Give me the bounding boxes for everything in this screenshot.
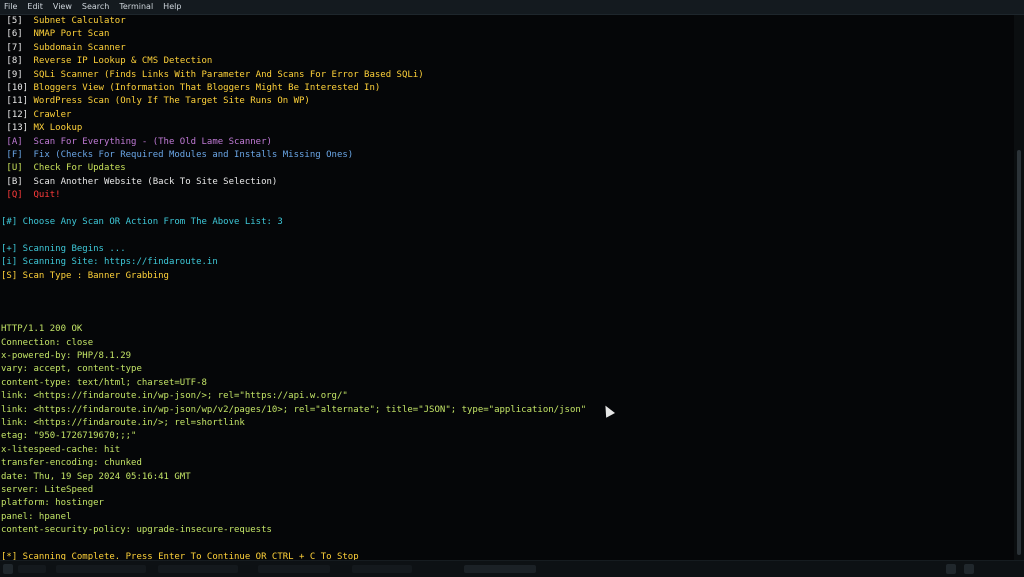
terminal-line: vary: accept, content-type	[1, 364, 142, 375]
terminal-line: [8] Reverse IP Lookup & CMS Detection	[1, 56, 213, 67]
terminal-line: [*] Scanning Complete. Press Enter To Co…	[1, 552, 359, 560]
terminal-line: platform: hostinger	[1, 498, 104, 509]
menu-help[interactable]: Help	[158, 0, 186, 14]
terminal-line: panel: hpanel	[1, 511, 72, 522]
terminal-line: [+] Scanning Begins ...	[1, 243, 126, 254]
menu-terminal[interactable]: Terminal	[114, 0, 158, 14]
terminal-line: server: LiteSpeed	[1, 485, 94, 495]
terminal-line: [F] Fix (Checks For Required Modules and…	[1, 150, 354, 160]
terminal-line: [9] SQLi Scanner (Finds Links With Param…	[1, 69, 424, 80]
tray-icon[interactable]	[964, 564, 974, 574]
terminal-line: [Q] Quit!	[1, 190, 61, 201]
menu-edit[interactable]: Edit	[22, 0, 48, 14]
terminal-line: [5] Subnet Calculator	[1, 16, 126, 26]
terminal-line: [11] WordPress Scan (Only If The Target …	[1, 96, 310, 107]
terminal-line: link: <https://findaroute.in/>; rel=shor…	[1, 418, 245, 428]
terminal-line: content-security-policy: upgrade-insecur…	[1, 525, 272, 536]
terminal-scrollbar[interactable]	[1014, 15, 1024, 560]
terminal-line: [10] Bloggers View (Information That Blo…	[1, 83, 381, 93]
terminal-line: link: <https://findaroute.in/wp-json/>; …	[1, 391, 348, 402]
terminal-line: [6] NMAP Port Scan	[1, 29, 110, 40]
terminal-line: [A] Scan For Everything - (The Old Lame …	[1, 136, 272, 147]
taskbar-item[interactable]	[258, 565, 330, 573]
terminal-line: x-litespeed-cache: hit	[1, 444, 121, 455]
terminal-line: transfer-encoding: chunked	[1, 458, 142, 469]
terminal-line: x-powered-by: PHP/8.1.29	[1, 351, 132, 361]
menu-search[interactable]: Search	[77, 0, 114, 14]
taskbar-item[interactable]	[18, 565, 46, 573]
taskbar-item[interactable]	[56, 565, 146, 573]
terminal-line: [12] Crawler	[1, 109, 72, 120]
terminal-line: HTTP/1.1 200 OK	[1, 324, 83, 335]
terminal-line: Connection: close	[1, 337, 94, 348]
terminal-line: [7] Subdomain Scanner	[1, 42, 126, 53]
terminal-line: [B] Scan Another Website (Back To Site S…	[1, 176, 278, 187]
app-menu-icon[interactable]	[3, 564, 13, 574]
terminal-line: date: Thu, 19 Sep 2024 05:16:41 GMT	[1, 471, 191, 482]
scrollbar-thumb[interactable]	[1017, 150, 1021, 555]
tray-icon[interactable]	[946, 564, 956, 574]
terminal-line: [U] Check For Updates	[1, 163, 126, 174]
menu-file[interactable]: File	[0, 0, 22, 14]
terminal-line: etag: "950-1726719670;;;"	[1, 431, 137, 442]
terminal-line: [13] MX Lookup	[1, 123, 83, 134]
terminal-line: content-type: text/html; charset=UTF-8	[1, 377, 207, 388]
menu-view[interactable]: View	[48, 0, 77, 14]
taskbar-item[interactable]	[352, 565, 412, 573]
taskbar-item[interactable]	[158, 565, 238, 573]
menubar: File Edit View Search Terminal Help	[0, 0, 1024, 15]
terminal-line: [i] Scanning Site: https://findaroute.in	[1, 257, 218, 268]
terminal-line: link: <https://findaroute.in/wp-json/wp/…	[1, 404, 587, 415]
terminal-line: [S] Scan Type : Banner Grabbing	[1, 270, 169, 281]
terminal-output[interactable]: [5] Subnet Calculator [6] NMAP Port Scan…	[0, 15, 1014, 560]
taskbar	[0, 560, 1024, 577]
taskbar-item-terminal[interactable]	[464, 565, 536, 573]
terminal-line: [#] Choose Any Scan OR Action From The A…	[1, 217, 283, 227]
